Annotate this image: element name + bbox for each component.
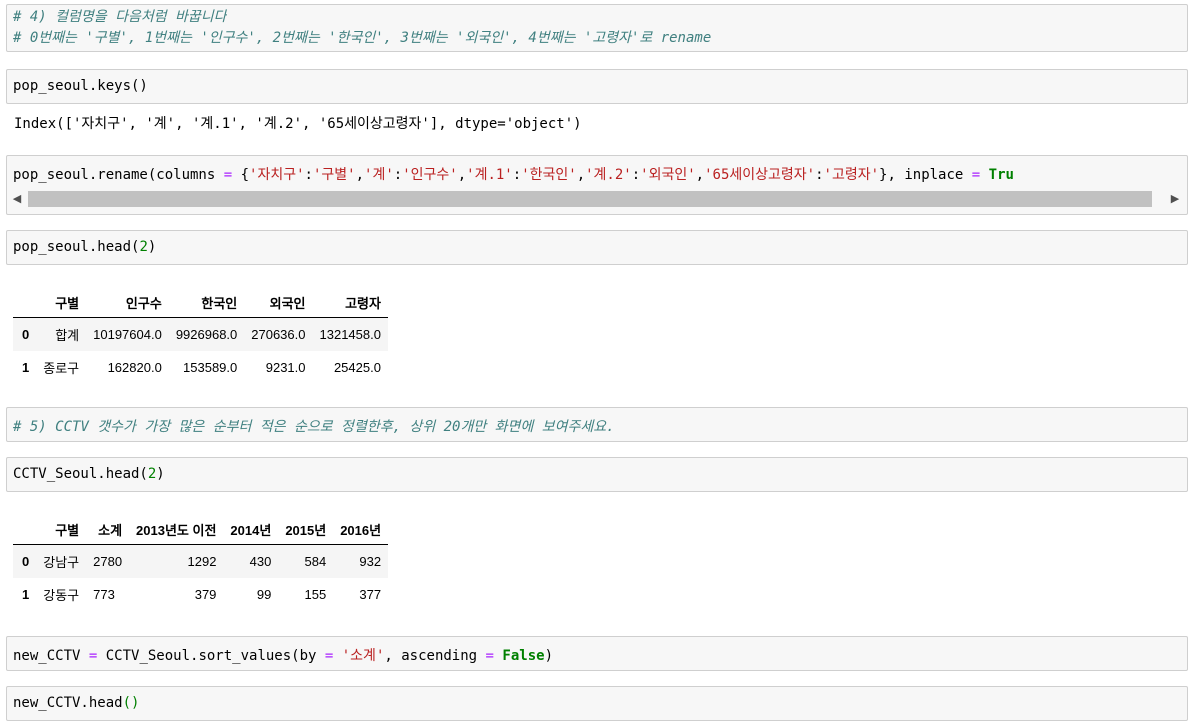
dataframe-cctv-seoul: 구별 소계 2013년도 이전 2014년 2015년 2016년 0 강남구 …: [13, 514, 389, 611]
table-cell: 1321458.0: [319, 327, 381, 342]
comment-line-2: # 0번째는 '구별', 1번째는 '인구수', 2번째는 '한국인', 3번째…: [13, 30, 712, 46]
table-header: 2015년: [278, 514, 334, 545]
table-row: 1 종로구 162820.0 153589.0 9231.0 25425.0: [13, 351, 388, 384]
table-header: 구별: [36, 287, 87, 318]
horizontal-scrollbar[interactable]: ◀ ▶: [6, 185, 1186, 213]
table-cell: 155: [304, 587, 327, 602]
table-cell: 강남구: [43, 555, 80, 570]
table-cell: 932: [359, 554, 382, 569]
table-cell: 10197604.0: [93, 327, 162, 342]
dataframe-pop-seoul: 구별 인구수 한국인 외국인 고령자 0 합계 10197604.0 99269…: [13, 287, 388, 384]
table-cell: 379: [194, 587, 217, 602]
table-cell: 2780: [93, 554, 123, 569]
table-cell: 1292: [187, 554, 217, 569]
code-line: new_CCTV = CCTV_Seoul.sort_values(by = '…: [13, 648, 553, 664]
table-header: [13, 514, 37, 545]
table-header: 소계: [86, 514, 130, 545]
table-cell: 377: [359, 587, 382, 602]
table-header: [13, 287, 37, 318]
code-cell-sort-values[interactable]: new_CCTV = CCTV_Seoul.sort_values(by = '…: [6, 636, 1188, 671]
table-cell: 25425.0: [333, 360, 381, 375]
row-index: 0: [22, 327, 30, 342]
output-index: Index(['자치구', '계', '계.1', '계.2', '65세이상고…: [14, 116, 582, 132]
table-cell: 270636.0: [251, 327, 306, 342]
table-cell: 99: [256, 587, 272, 602]
table-row: 0 합계 10197604.0 9926968.0 270636.0 13214…: [13, 317, 388, 351]
comment-line-1: # 4) 컬럼명을 다음처럼 바꿉니다: [13, 9, 227, 25]
row-index: 1: [22, 587, 30, 602]
scroll-left-icon[interactable]: ◀: [10, 191, 24, 207]
table-header: 외국인: [244, 287, 313, 318]
table-header-row: 구별 소계 2013년도 이전 2014년 2015년 2016년: [13, 514, 389, 545]
code-cell-rename-comment[interactable]: # 4) 컬럼명을 다음처럼 바꿉니다 # 0번째는 '구별', 1번째는 '인…: [6, 4, 1188, 52]
code-line: CCTV_Seoul.head(2): [13, 466, 165, 482]
code-cell-keys[interactable]: pop_seoul.keys(): [6, 69, 1188, 104]
code-line: pop_seoul.rename(columns = {'자치구':'구별','…: [13, 167, 1014, 183]
table-cell: 종로구: [43, 361, 80, 376]
row-index: 0: [22, 554, 30, 569]
scroll-right-icon[interactable]: ▶: [1168, 191, 1182, 207]
table-header: 한국인: [168, 287, 245, 318]
comment-line: # 5) CCTV 갯수가 가장 많은 순부터 적은 순으로 정렬한후, 상위 …: [13, 419, 615, 435]
code-cell-sort-comment[interactable]: # 5) CCTV 갯수가 가장 많은 순부터 적은 순으로 정렬한후, 상위 …: [6, 407, 1188, 442]
code-line: new_CCTV.head(): [13, 695, 140, 711]
row-index: 1: [22, 360, 30, 375]
table-cell: 584: [304, 554, 327, 569]
table-row: 1 강동구 773 379 99 155 377: [13, 578, 388, 611]
code-cell-pop-head[interactable]: pop_seoul.head(2): [6, 230, 1188, 265]
table-cell: 합계: [55, 328, 80, 343]
table-cell: 강동구: [43, 588, 80, 603]
table-header: 인구수: [86, 287, 169, 318]
table-header: 구별: [36, 514, 87, 545]
table-cell: 773: [93, 587, 115, 602]
table-header: 고령자: [312, 287, 388, 318]
table-cell: 9926968.0: [175, 327, 238, 342]
code-cell-new-cctv-head[interactable]: new_CCTV.head(): [6, 686, 1188, 721]
code-line: pop_seoul.keys(): [13, 78, 148, 94]
table-header: 2013년도 이전: [129, 514, 224, 545]
scrollbar-thumb[interactable]: [28, 191, 1152, 207]
table-cell: 162820.0: [107, 360, 162, 375]
code-line: pop_seoul.head(2): [13, 239, 157, 255]
table-header: 2016년: [333, 514, 389, 545]
table-cell: 153589.0: [183, 360, 238, 375]
table-cell: 430: [249, 554, 272, 569]
code-cell-cctv-head[interactable]: CCTV_Seoul.head(2): [6, 457, 1188, 492]
table-cell: 9231.0: [265, 360, 306, 375]
table-header: 2014년: [223, 514, 279, 545]
table-header-row: 구별 인구수 한국인 외국인 고령자: [13, 287, 388, 318]
table-row: 0 강남구 2780 1292 430 584 932: [13, 544, 389, 578]
